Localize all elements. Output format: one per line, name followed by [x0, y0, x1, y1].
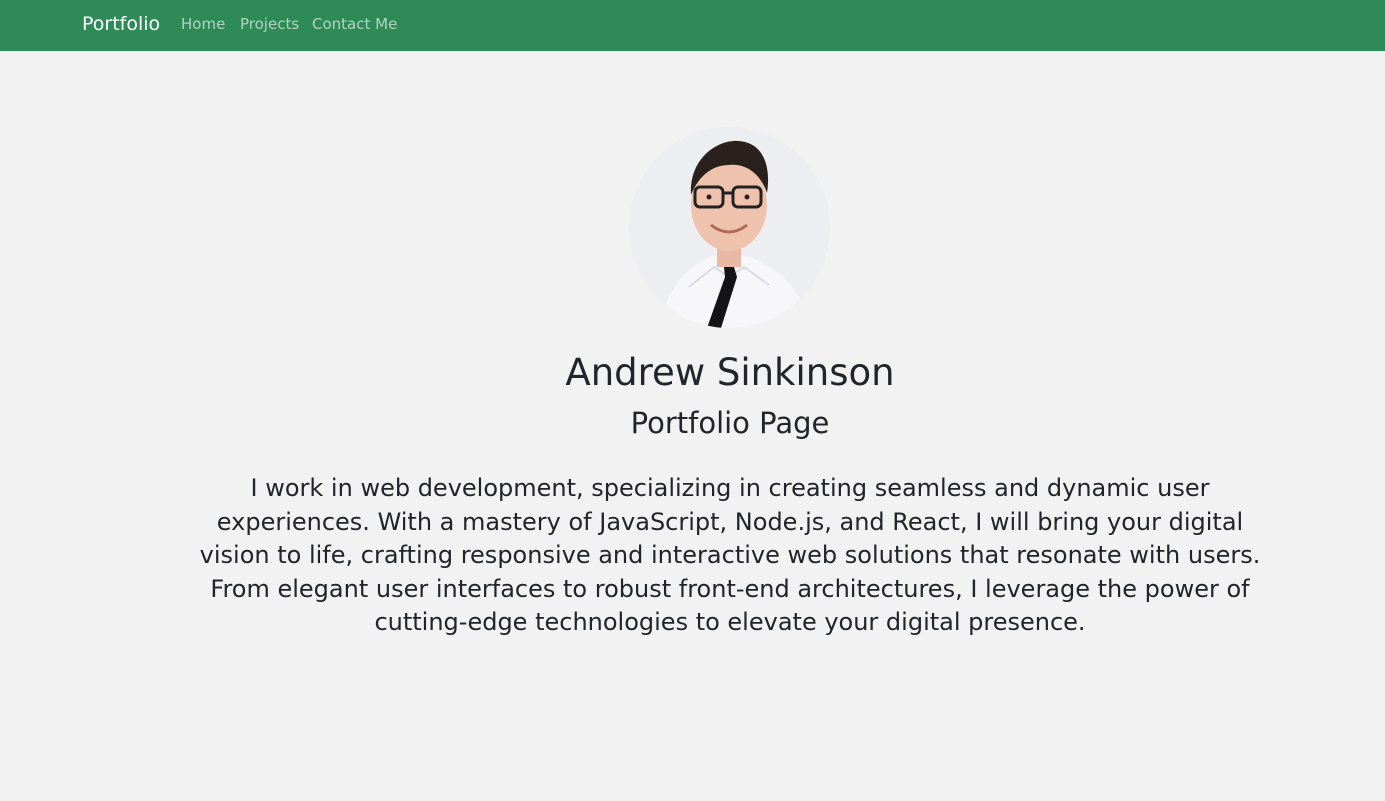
profile-name: Andrew Sinkinson	[565, 351, 895, 394]
profile-photo	[629, 127, 830, 328]
nav-link-home[interactable]: Home	[181, 15, 225, 33]
profile-bio: I work in web development, specializing …	[199, 474, 1261, 636]
brand-link[interactable]: Portfolio	[82, 13, 160, 35]
profile-subtitle: Portfolio Page	[630, 406, 830, 440]
nav-link-projects[interactable]: Projects	[240, 15, 299, 33]
nav-link-contact-me[interactable]: Contact Me	[312, 15, 397, 33]
top-navbar: Portfolio Home Projects Contact Me	[0, 0, 1385, 51]
profile-avatar	[629, 127, 830, 328]
